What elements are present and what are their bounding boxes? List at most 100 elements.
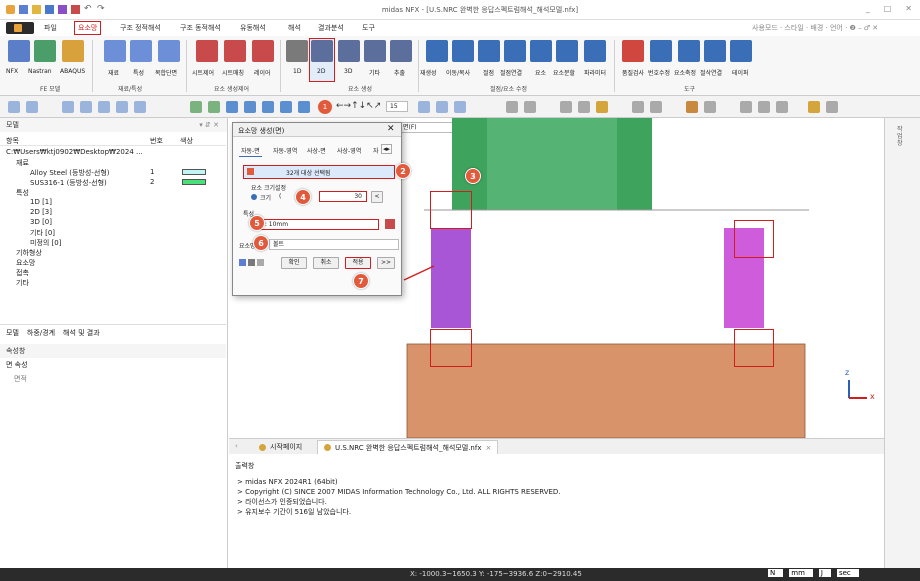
toolbar-snap-icon[interactable]	[208, 101, 220, 113]
toolbar-query-icon[interactable]	[524, 101, 536, 113]
tab-scroll-left-icon[interactable]: ‹	[235, 442, 238, 450]
extract-icon[interactable]	[390, 40, 412, 62]
size-radio2-label[interactable]: (	[279, 193, 281, 200]
toolbar-clip-icon[interactable]	[596, 101, 608, 113]
toolbar-grid-icon[interactable]	[190, 101, 202, 113]
tree-item-undefined[interactable]: 미정의 [0]	[30, 238, 61, 248]
tree-item-geometry[interactable]: 기하형상	[16, 248, 42, 258]
apply-button[interactable]: 적용	[345, 257, 371, 269]
toolbar-zoom-fit-icon[interactable]	[80, 101, 92, 113]
dialog-tab-scroll-icon[interactable]: ◂▸	[381, 144, 393, 154]
toolbar-misc2-icon[interactable]	[758, 101, 770, 113]
toolbar-node-label-icon[interactable]	[632, 101, 644, 113]
toolbar-select-icon[interactable]	[8, 101, 20, 113]
size-pick-button[interactable]: <	[371, 191, 383, 203]
renumber-icon[interactable]	[650, 40, 672, 62]
minimize-button[interactable]: _	[866, 4, 870, 13]
element-split-icon[interactable]	[556, 40, 578, 62]
toolbar-help-icon[interactable]	[808, 101, 820, 113]
nfx-button-icon[interactable]	[8, 40, 30, 62]
menu-results[interactable]: 결과분석	[318, 23, 344, 33]
dialog-tab-auto-area[interactable]: 자동-영역	[271, 145, 299, 156]
arrow-direction-icons[interactable]: ←→↑↓↖↗	[336, 100, 382, 113]
node-icon[interactable]	[478, 40, 500, 62]
tree-item-mesh[interactable]: 요소망	[16, 258, 35, 268]
menu-file[interactable]: 파일	[44, 23, 57, 33]
toolbar-misc-icon[interactable]	[740, 101, 752, 113]
dialog-close-icon[interactable]: ✕	[387, 124, 395, 134]
toolbar-misc3-icon[interactable]	[776, 101, 788, 113]
toolbar-display-icon[interactable]	[418, 101, 430, 113]
toolbar-view-back-icon[interactable]	[244, 101, 256, 113]
menu-dynamic-analysis[interactable]: 구조 동적해석	[180, 23, 221, 33]
toolbar-table-icon[interactable]	[560, 101, 572, 113]
tree-item-contact[interactable]: 접촉	[16, 268, 29, 278]
tree-item-other[interactable]: 기타 [0]	[30, 228, 55, 238]
dialog-grid-icon[interactable]	[239, 259, 246, 266]
dialog-tab-map-face[interactable]: 사상-면	[305, 145, 328, 156]
mesh-3d-icon[interactable]	[338, 40, 360, 62]
toolbar-view-right-icon[interactable]	[280, 101, 292, 113]
menu-analysis[interactable]: 해석	[288, 23, 301, 33]
tree-item-root[interactable]: C:₩Users₩ktj0902₩Desktop₩2024 ...	[6, 148, 143, 156]
mesh-2d-icon[interactable]	[311, 40, 333, 62]
new-file-icon[interactable]	[19, 5, 28, 14]
menu-mesh[interactable]: 요소망	[74, 21, 102, 35]
size-radio-icon[interactable]	[251, 194, 257, 200]
toolbar-axis-icon[interactable]	[704, 101, 716, 113]
toolbar-section-icon[interactable]	[578, 101, 590, 113]
layer-icon[interactable]	[252, 40, 274, 62]
toolbar-shade-icon[interactable]	[454, 101, 466, 113]
mesh-set-input[interactable]: 볼트	[269, 239, 399, 250]
parameter-icon[interactable]	[584, 40, 606, 62]
node-connect-icon[interactable]	[504, 40, 526, 62]
menu-right-options[interactable]: 사용모드 · 스타일 · 배경 · 언어 · ❷ – ♂ ✕	[752, 23, 878, 33]
tree-item-alloy-steel[interactable]: Alloy Steel (등방성-선형)	[30, 168, 110, 178]
open-folder-icon[interactable]	[32, 5, 41, 14]
nastran-button-icon[interactable]	[34, 40, 56, 62]
mesh-other-icon[interactable]	[364, 40, 386, 62]
toolbar-measure-icon[interactable]	[506, 101, 518, 113]
redo-icon[interactable]: ↷	[97, 5, 106, 14]
dialog-copy-icon[interactable]	[248, 259, 255, 266]
toolbar-settings-icon[interactable]	[686, 101, 698, 113]
toolbar-zoom-window-icon[interactable]	[98, 101, 110, 113]
quality-check-icon[interactable]	[622, 40, 644, 62]
composite-section-icon[interactable]	[158, 40, 180, 62]
selection-field[interactable]: 32개 대상 선택됨	[243, 165, 395, 179]
properties-section[interactable]: 면 속성	[0, 358, 226, 372]
tree-item-sus316[interactable]: SUS316-1 (등방성-선형)	[30, 178, 107, 188]
unit-energy-select[interactable]: J	[818, 569, 831, 577]
save-icon[interactable]	[45, 5, 54, 14]
close-button[interactable]: ✕	[905, 4, 912, 13]
menu-tools[interactable]: 도구	[362, 23, 375, 33]
toolbar-filter-icon[interactable]	[26, 101, 38, 113]
property-edit-icon[interactable]	[385, 219, 395, 229]
element-icon[interactable]	[530, 40, 552, 62]
tab-load-boundary[interactable]: 하중/경계	[27, 328, 55, 337]
tab-start-page[interactable]: 시작페이지	[253, 441, 308, 453]
ok-button[interactable]: 확인	[281, 257, 307, 269]
panel-pin-icon[interactable]: ▾ ⇵ ✕	[199, 118, 227, 132]
toolbar-render-icon[interactable]	[436, 101, 448, 113]
element-axis-icon[interactable]	[678, 40, 700, 62]
dialog-settings-icon[interactable]	[257, 259, 264, 266]
property-icon[interactable]	[130, 40, 152, 62]
cut-connect-icon[interactable]	[704, 40, 726, 62]
file-menu-button[interactable]	[6, 22, 34, 34]
tree-item-material[interactable]: 재료	[16, 158, 29, 168]
toolbar-zoom-icon[interactable]	[62, 101, 74, 113]
toolbar-view-front-icon[interactable]	[226, 101, 238, 113]
taper-icon[interactable]	[730, 40, 752, 62]
seed-control-icon[interactable]	[196, 40, 218, 62]
toolbar-view-left-icon[interactable]	[262, 101, 274, 113]
unit-length-select[interactable]: mm	[789, 569, 813, 577]
tree-item-2d[interactable]: 2D [3]	[30, 208, 52, 216]
tab-model-file[interactable]: U.S.NRC 완벽한 응답스펙트럼해석_해석모델.nfx ×	[317, 440, 499, 454]
mesh-1d-icon[interactable]	[286, 40, 308, 62]
toolbar-rotate-icon[interactable]	[134, 101, 146, 113]
toolbar-view-top-icon[interactable]	[298, 101, 310, 113]
toolbar-curve-icon[interactable]	[826, 101, 838, 113]
property-select[interactable]: 2: 10mm	[257, 219, 379, 230]
toolbar-pan-icon[interactable]	[116, 101, 128, 113]
